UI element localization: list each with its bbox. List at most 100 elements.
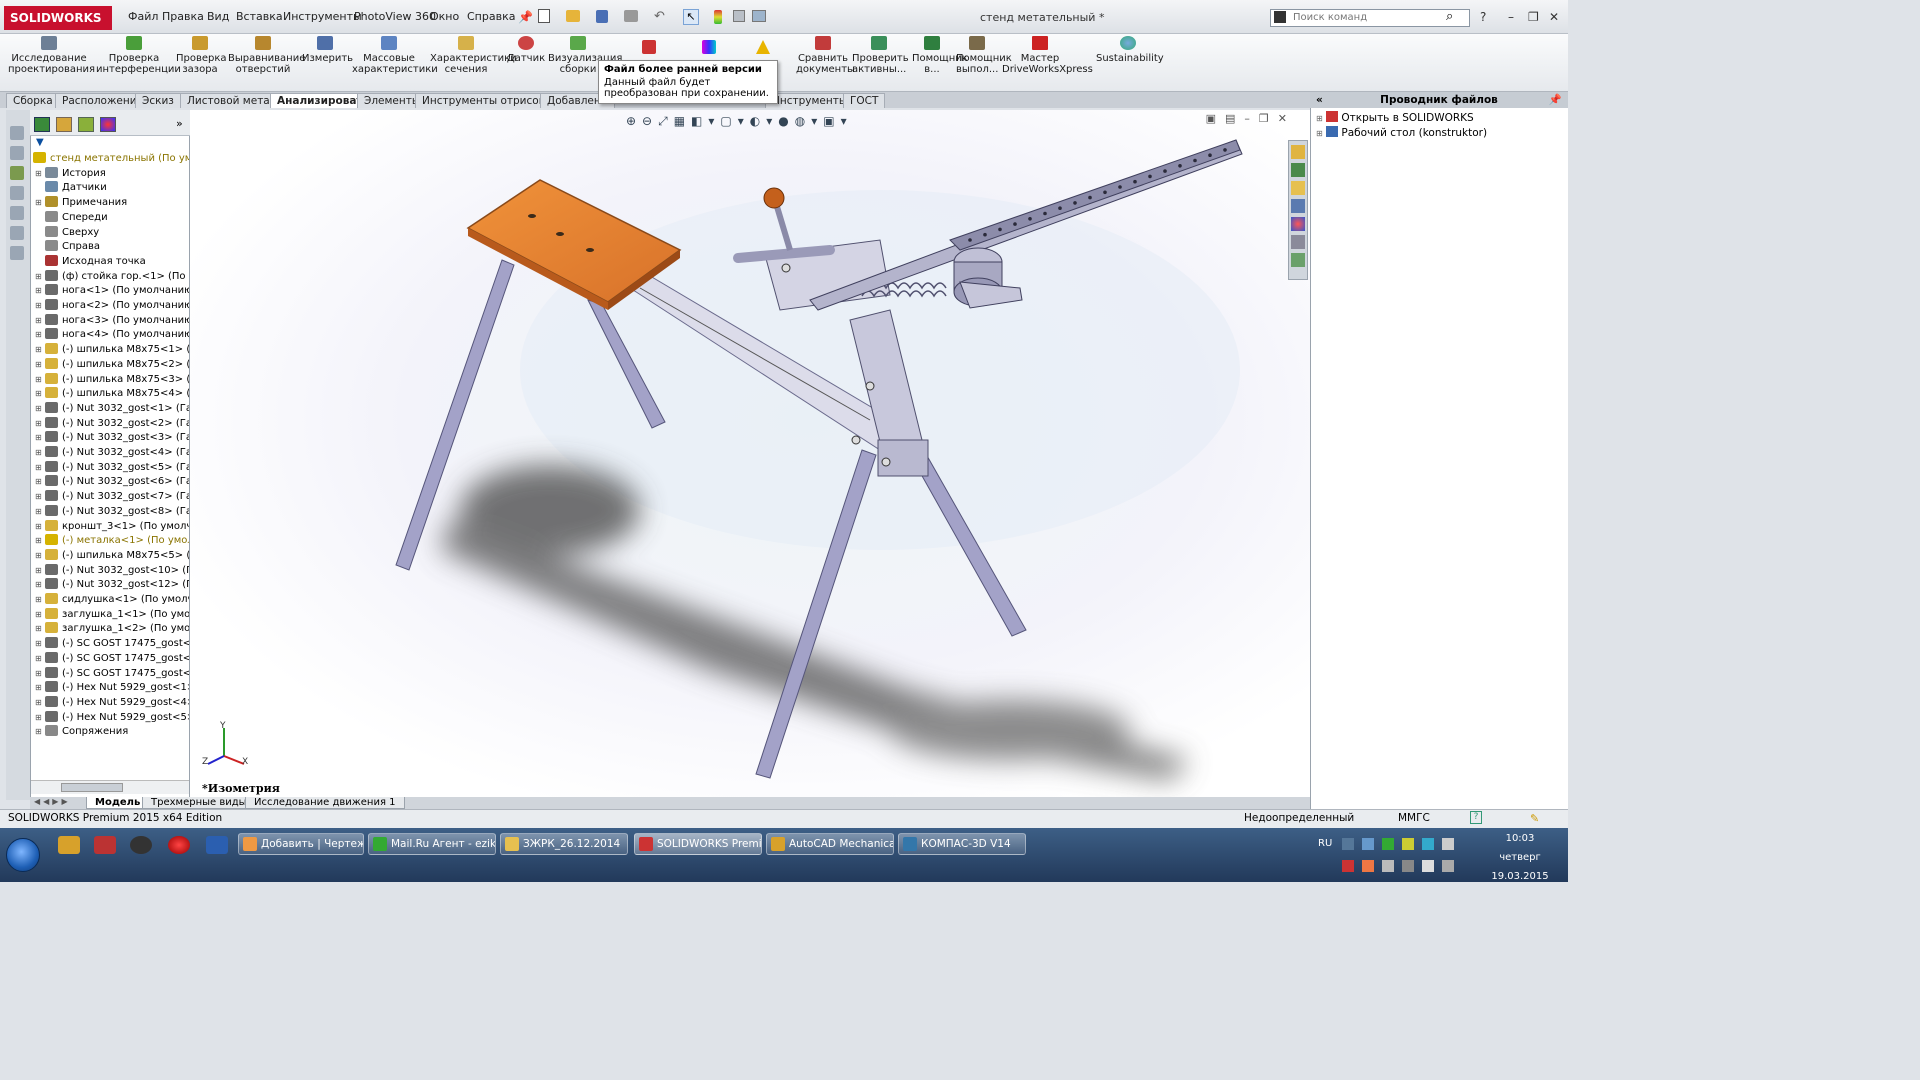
tray-usb-icon[interactable] bbox=[1402, 860, 1414, 872]
expand-icon[interactable]: ⊞ bbox=[35, 360, 43, 369]
expand-icon[interactable]: ⊞ bbox=[35, 698, 43, 707]
expand-icon[interactable]: ⊞ bbox=[35, 595, 43, 604]
tree-item[interactable]: ⊞ нога<3> (По умолчанию<Г bbox=[31, 313, 189, 328]
quicklaunch-opera-icon[interactable] bbox=[168, 836, 190, 854]
taskbar-button[interactable]: Mail.Ru Агент - ezik0... bbox=[368, 833, 496, 855]
tree-item[interactable]: ⊞ нога<4> (По умолчанию<Г bbox=[31, 328, 189, 342]
select-icon[interactable]: ↖ bbox=[683, 9, 699, 25]
tab-scroll-arrows[interactable]: ◀◀▶▶ bbox=[34, 797, 71, 806]
expand-icon[interactable]: ⊞ bbox=[35, 477, 43, 486]
tray-speaker-icon[interactable] bbox=[1442, 838, 1454, 850]
expand-icon[interactable]: ⊞ bbox=[35, 375, 43, 384]
solidworks-logo[interactable]: SOLIDWORKS bbox=[4, 6, 112, 30]
sustainability-button[interactable]: Sustainability bbox=[1096, 36, 1164, 64]
mass-properties-button[interactable]: Массовые характеристики bbox=[352, 36, 438, 75]
measure-button[interactable]: Измерить bbox=[302, 36, 353, 64]
tree-item[interactable]: ⊞ (-) Nut 3032_gost<7> (Гайка bbox=[31, 490, 189, 504]
appearances-icon[interactable] bbox=[1291, 217, 1305, 231]
tree-horizontal-scrollbar[interactable] bbox=[31, 780, 189, 794]
file-explorer-icon[interactable] bbox=[1291, 181, 1305, 195]
reference-geometry-icon[interactable] bbox=[10, 226, 24, 240]
interference-detection-button[interactable]: Проверка интерференции bbox=[96, 36, 181, 75]
language-indicator[interactable]: RU bbox=[1318, 838, 1332, 849]
undo-icon[interactable]: ↶ bbox=[654, 9, 665, 24]
quicklaunch-compass-icon[interactable] bbox=[58, 836, 80, 854]
heads-up-view-toolbar[interactable]: ⊕⊖⤢▦◧▾▢▾◐▾●◍▾▣▾ bbox=[626, 114, 853, 129]
tree-item[interactable]: ⊞ (-) Hex Nut 5929_gost<5> (Г bbox=[31, 710, 189, 725]
expand-icon[interactable]: ⊞ bbox=[35, 169, 43, 178]
expand-icon[interactable]: ⊞ bbox=[35, 492, 43, 501]
sketch-icon[interactable] bbox=[10, 146, 24, 160]
tree-item[interactable]: ⊞ (-) Nut 3032_gost<3> (Гайка bbox=[31, 431, 189, 445]
pin-panel-icon[interactable]: 📌 bbox=[1549, 92, 1562, 108]
tree-item[interactable]: ⊞ (-) металка<1> (По умол bbox=[31, 534, 189, 548]
tab-3d-views[interactable]: Трехмерные виды bbox=[142, 797, 256, 809]
collapse-icon[interactable]: « bbox=[1316, 92, 1323, 108]
tree-item[interactable]: ⊞ (-) SC GOST 17475_gost<3> ( bbox=[31, 651, 189, 666]
tree-item[interactable]: ⊞ (-) шпилька М8х75<1> (По у bbox=[31, 343, 189, 357]
file-explorer-item-desktop[interactable]: ⊞ Рабочий стол (konstruktor) bbox=[1316, 126, 1487, 139]
expand-icon[interactable]: ⊞ bbox=[35, 610, 43, 619]
taskbar-clock[interactable]: 10:03 четверг 19.03.2015 bbox=[1490, 832, 1550, 884]
expand-icon[interactable]: ⊞ bbox=[35, 463, 43, 472]
expand-icon[interactable]: ⊞ bbox=[35, 389, 43, 398]
sensor-button[interactable]: Датчик bbox=[506, 36, 546, 64]
tab-tools[interactable]: Инструменты bbox=[765, 93, 855, 108]
tree-item[interactable]: ⊞ (-) Nut 3032_gost<10> (Гайк bbox=[31, 563, 189, 578]
restore-button[interactable]: ❐ bbox=[1528, 10, 1539, 24]
tray-bluetooth-icon[interactable] bbox=[1362, 838, 1374, 850]
help-status-icon[interactable]: ? bbox=[1470, 811, 1482, 824]
tab-motion-study[interactable]: Исследование движения 1 bbox=[245, 797, 405, 809]
search-icon[interactable]: ⌕ bbox=[1446, 9, 1453, 24]
tree-item[interactable]: Справа bbox=[31, 240, 189, 254]
tray-antivirus-icon[interactable] bbox=[1382, 838, 1394, 850]
tree-item[interactable]: ⊞ (-) Nut 3032_gost<2> (Гайка bbox=[31, 416, 189, 431]
expand-icon[interactable]: ⊞ bbox=[35, 433, 43, 442]
expand-icon[interactable]: ⊞ bbox=[35, 683, 43, 692]
check-active-document-button[interactable]: Проверить активны... bbox=[852, 36, 909, 75]
expand-icon[interactable]: ⊞ bbox=[35, 713, 43, 722]
design-library-icon[interactable] bbox=[1291, 163, 1305, 177]
tree-item[interactable]: ⊞ заглушка_1<2> (По умолча bbox=[31, 622, 189, 636]
tray-volume-icon[interactable] bbox=[1422, 860, 1434, 872]
tree-item[interactable]: ⊞ (-) Nut 3032_gost<6> (Гайка bbox=[31, 475, 189, 489]
section-properties-button[interactable]: Характеристики сечения bbox=[430, 36, 517, 75]
custom-properties-icon[interactable] bbox=[1291, 235, 1305, 249]
menu-photoview[interactable]: PhotoView 360 bbox=[354, 10, 436, 23]
expand-icon[interactable]: ⊞ bbox=[35, 624, 43, 633]
taskbar-button[interactable]: SOLIDWORKS Premi... bbox=[634, 833, 762, 855]
quicklaunch-ccleaner-icon[interactable] bbox=[130, 836, 152, 854]
tree-item[interactable]: Исходная точка bbox=[31, 254, 189, 269]
expand-icon[interactable]: ⊞ bbox=[35, 286, 43, 295]
tab-assembly[interactable]: Сборка bbox=[6, 93, 60, 108]
expand-icon[interactable]: ⊞ bbox=[35, 507, 43, 516]
print-icon[interactable] bbox=[624, 10, 638, 22]
tree-item[interactable]: ⊞ (-) Nut 3032_gost<4> (Гайка bbox=[31, 446, 189, 460]
menu-help[interactable]: Справка bbox=[467, 10, 515, 23]
expand-icon[interactable]: ⊞ bbox=[35, 404, 43, 413]
view-palette-icon[interactable] bbox=[1291, 199, 1305, 213]
tree-item[interactable]: ⊞ (-) Nut 3032_gost<5> (Гайка bbox=[31, 460, 189, 475]
viewport-window-controls[interactable]: ▣▤–❐✕ bbox=[1206, 112, 1296, 125]
curvature-icon[interactable] bbox=[702, 40, 716, 54]
expand-icon[interactable]: ⊞ bbox=[35, 272, 43, 281]
menu-view[interactable]: Вид bbox=[207, 10, 229, 23]
tree-item[interactable]: ⊞ нога<1> (По умолчанию<Г bbox=[31, 284, 189, 298]
open-folder-icon[interactable] bbox=[566, 10, 580, 22]
tree-item[interactable]: ⊞ (-) Hex Nut 5929_gost<1> (Г bbox=[31, 681, 189, 695]
expand-icon[interactable]: ⊞ bbox=[35, 301, 43, 310]
solidworks-forum-icon[interactable] bbox=[1291, 253, 1305, 267]
tree-item[interactable]: ⊞ (-) SC GOST 17475_gost<2> ( bbox=[31, 637, 189, 651]
tree-item[interactable]: ⊞ (-) Nut 3032_gost<1> (Гайка bbox=[31, 401, 189, 416]
expand-icon[interactable]: ⊞ bbox=[35, 639, 43, 648]
expand-icon[interactable]: ⊞ bbox=[35, 316, 43, 325]
tray-mail-icon[interactable] bbox=[1362, 860, 1374, 872]
clearance-verification-button[interactable]: Проверка зазора bbox=[176, 36, 227, 75]
tree-root[interactable]: стенд метательный (По умолч bbox=[31, 152, 189, 166]
rebuild-status-icon[interactable]: ✎ bbox=[1530, 812, 1539, 825]
tray-skype-icon[interactable] bbox=[1422, 838, 1434, 850]
tree-item[interactable]: ⊞ кроншт_3<1> (По умолчани bbox=[31, 519, 189, 534]
feature-manager-tab-icon[interactable] bbox=[34, 117, 50, 132]
expand-icon[interactable]: ⊞ bbox=[35, 522, 43, 531]
tree-item[interactable]: Спереди bbox=[31, 210, 189, 225]
